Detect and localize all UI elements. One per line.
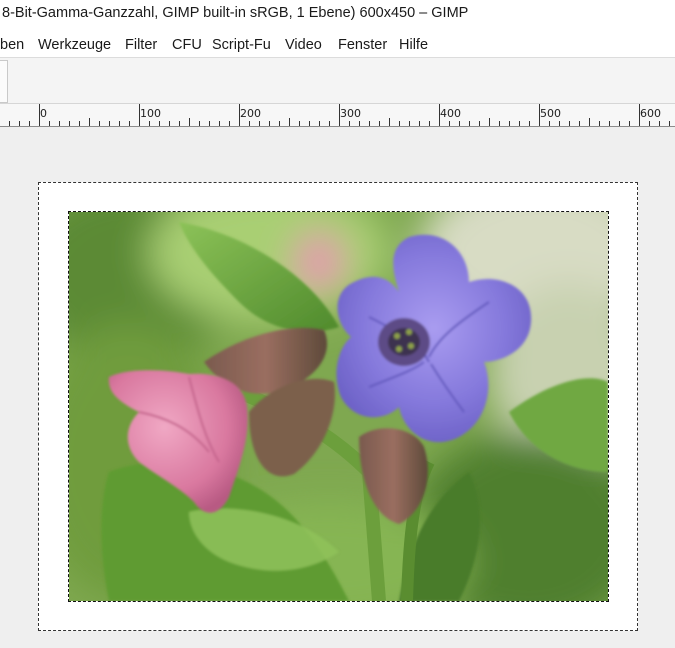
menu-item-images[interactable]: ben	[0, 37, 24, 53]
menu-item-script-fu[interactable]: Script-Fu	[212, 37, 271, 53]
menu-item-filters[interactable]: Filter	[125, 37, 157, 53]
ruler-label-600: 600	[640, 107, 661, 120]
ruler-label-300: 300	[340, 107, 361, 120]
ruler-label-500: 500	[540, 107, 561, 120]
horizontal-ruler[interactable]: 0 100 200 300 400 500 600	[0, 104, 675, 127]
ruler-label-0: 0	[40, 107, 47, 120]
ruler-label-100: 100	[140, 107, 161, 120]
layer-boundary[interactable]	[68, 211, 609, 602]
ruler-label-400: 400	[440, 107, 461, 120]
canvas-area[interactable]	[0, 127, 675, 648]
ruler-label-200: 200	[240, 107, 261, 120]
ruler-ticks	[9, 104, 670, 126]
window-title: 8-Bit-Gamma-Ganzzahl, GIMP built-in sRGB…	[2, 5, 469, 21]
flower-photo[interactable]	[69, 212, 608, 601]
tool-options-strip	[0, 58, 675, 104]
menu-item-help[interactable]: Hilfe	[399, 37, 428, 53]
menu-item-windows[interactable]: Fenster	[338, 37, 387, 53]
menu-item-cfu[interactable]: CFU	[172, 37, 202, 53]
title-bar: 8-Bit-Gamma-Ganzzahl, GIMP built-in sRGB…	[0, 0, 675, 30]
image-canvas-boundary[interactable]	[38, 182, 638, 631]
tool-slot[interactable]	[0, 60, 8, 103]
menu-bar: ben Werkzeuge Filter CFU Script-Fu Video…	[0, 30, 675, 58]
menu-item-tools[interactable]: Werkzeuge	[38, 37, 111, 53]
menu-item-video[interactable]: Video	[285, 37, 322, 53]
